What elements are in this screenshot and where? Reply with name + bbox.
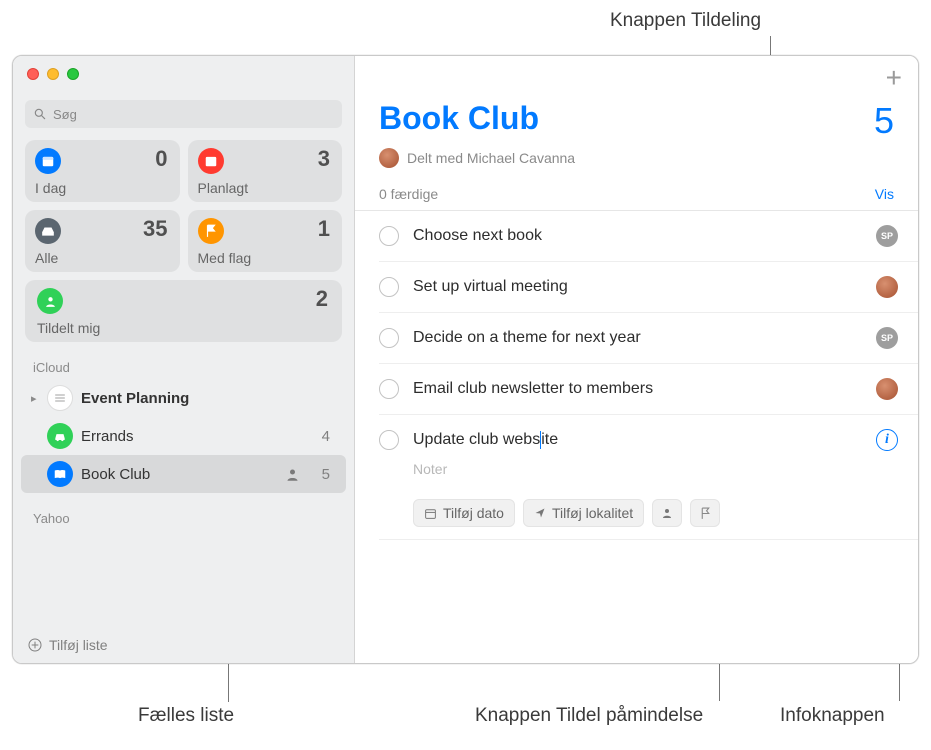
- calendar-icon: [424, 507, 437, 520]
- assignee-badge[interactable]: SP: [876, 327, 898, 349]
- reminder-title[interactable]: Set up virtual meeting: [413, 278, 862, 296]
- assign-button[interactable]: [652, 499, 682, 527]
- list-header: Book Club 5: [355, 90, 918, 146]
- smart-flagged[interactable]: 1 Med flag: [188, 210, 343, 272]
- sidebar-list-event-planning[interactable]: ▸ Event Planning: [21, 379, 346, 417]
- reminder-row[interactable]: Choose next book SP: [379, 211, 918, 262]
- toolbar: +: [355, 56, 918, 90]
- account-header-yahoo: Yahoo: [13, 493, 354, 530]
- info-button[interactable]: i: [876, 429, 898, 451]
- reminder-row[interactable]: Set up virtual meeting: [379, 262, 918, 313]
- tray-icon: [35, 218, 61, 244]
- complete-radio[interactable]: [379, 226, 399, 246]
- assignee-badge[interactable]: SP: [876, 225, 898, 247]
- location-icon: [534, 507, 546, 519]
- reminders-window: Søg 0 I dag 3 Planlagt 35: [12, 55, 919, 664]
- flag-icon: [700, 507, 711, 520]
- sidebar-list-count: 4: [308, 428, 330, 445]
- callout-shared-list: Fælles liste: [138, 705, 234, 727]
- sidebar-list-book-club[interactable]: Book Club 5: [21, 455, 346, 493]
- sidebar-list-count: 5: [308, 466, 330, 483]
- avatar: [379, 148, 399, 168]
- window-controls: [13, 56, 354, 92]
- main-panel: + Book Club 5 Delt med Michael Cavanna 0…: [355, 56, 918, 663]
- callout-info-button: Infoknappen: [780, 705, 885, 727]
- smart-today-label: I dag: [35, 180, 170, 196]
- callout-assign-button: Knappen Tildeling: [610, 10, 761, 32]
- car-icon: [47, 423, 73, 449]
- new-reminder-button[interactable]: +: [886, 68, 902, 88]
- reminder-title[interactable]: Email club newsletter to members: [413, 380, 862, 398]
- reminder-title-input[interactable]: Update club website: [413, 431, 862, 449]
- smart-today[interactable]: 0 I dag: [25, 140, 180, 202]
- complete-radio[interactable]: [379, 430, 399, 450]
- complete-radio[interactable]: [379, 328, 399, 348]
- sidebar-list-name: Errands: [81, 428, 308, 445]
- complete-radio[interactable]: [379, 379, 399, 399]
- smart-scheduled-count: 3: [318, 146, 330, 172]
- smart-assigned-count: 2: [316, 286, 328, 312]
- smart-scheduled-label: Planlagt: [198, 180, 333, 196]
- search-icon: [33, 107, 47, 121]
- complete-radio[interactable]: [379, 277, 399, 297]
- maximize-icon[interactable]: [67, 68, 79, 80]
- close-icon[interactable]: [27, 68, 39, 80]
- person-icon: [661, 507, 673, 519]
- smart-all[interactable]: 35 Alle: [25, 210, 180, 272]
- reminder-row[interactable]: Email club newsletter to members: [379, 364, 918, 415]
- flag-button[interactable]: [690, 499, 720, 527]
- reminder-row-editing[interactable]: Update club website i Noter Tilføj dato …: [379, 415, 918, 540]
- add-list-button[interactable]: Tilføj liste: [13, 629, 354, 663]
- smart-all-label: Alle: [35, 250, 170, 266]
- assignee-badge[interactable]: [876, 276, 898, 298]
- reminder-title[interactable]: Decide on a theme for next year: [413, 329, 862, 347]
- callout-assign-reminder: Knappen Tildel påmindelse: [475, 705, 703, 727]
- smart-assigned-label: Tildelt mig: [37, 320, 330, 336]
- list-icon: [47, 385, 73, 411]
- person-icon: [37, 288, 63, 314]
- shared-icon: [285, 467, 300, 482]
- sidebar-list-name: Book Club: [81, 466, 285, 483]
- sidebar-list-name: Event Planning: [81, 390, 308, 407]
- reminder-title[interactable]: Choose next book: [413, 227, 862, 245]
- book-icon: [47, 461, 73, 487]
- smart-assigned[interactable]: 2 Tildelt mig: [25, 280, 342, 342]
- list-count: 5: [874, 100, 894, 142]
- plus-circle-icon: [27, 637, 43, 653]
- smart-today-count: 0: [155, 146, 167, 172]
- chevron-right-icon[interactable]: ▸: [31, 392, 45, 405]
- calendar-icon: [198, 148, 224, 174]
- add-location-button[interactable]: Tilføj lokalitet: [523, 499, 644, 527]
- smart-flagged-label: Med flag: [198, 250, 333, 266]
- calendar-icon: [35, 148, 61, 174]
- minimize-icon[interactable]: [47, 68, 59, 80]
- sidebar: Søg 0 I dag 3 Planlagt 35: [13, 56, 355, 663]
- completed-row: 0 færdige Vis: [355, 178, 918, 211]
- smart-all-count: 35: [143, 216, 167, 242]
- list-title: Book Club: [379, 100, 874, 137]
- smart-scheduled[interactable]: 3 Planlagt: [188, 140, 343, 202]
- reminder-row[interactable]: Decide on a theme for next year SP: [379, 313, 918, 364]
- shared-with-row[interactable]: Delt med Michael Cavanna: [355, 146, 918, 178]
- assignee-badge[interactable]: [876, 378, 898, 400]
- completed-count: 0 færdige: [379, 186, 438, 202]
- search-placeholder: Søg: [53, 107, 77, 122]
- show-completed-button[interactable]: Vis: [875, 186, 894, 202]
- smart-lists-grid: 0 I dag 3 Planlagt 35 Alle: [13, 140, 354, 272]
- smart-flagged-count: 1: [318, 216, 330, 242]
- add-date-button[interactable]: Tilføj dato: [413, 499, 515, 527]
- account-header-icloud: iCloud: [13, 342, 354, 379]
- quick-actions-row: Tilføj dato Tilføj lokalitet: [379, 499, 898, 527]
- shared-with-label: Delt med Michael Cavanna: [407, 150, 575, 166]
- notes-input[interactable]: Noter: [379, 461, 898, 477]
- search-input[interactable]: Søg: [25, 100, 342, 128]
- add-list-label: Tilføj liste: [49, 637, 108, 653]
- sidebar-list-errands[interactable]: Errands 4: [21, 417, 346, 455]
- flag-icon: [198, 218, 224, 244]
